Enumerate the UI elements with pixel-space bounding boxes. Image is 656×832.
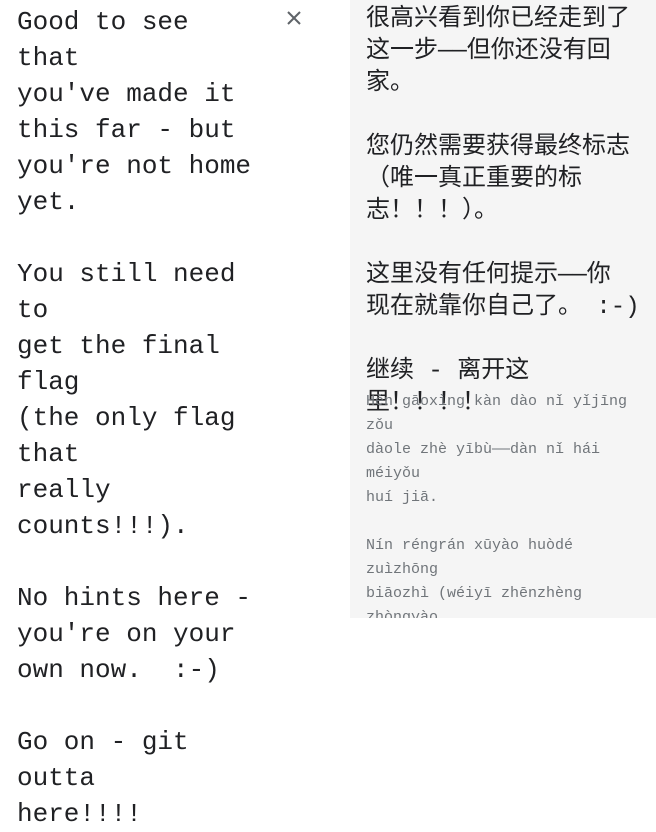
close-icon-glyph (287, 11, 301, 25)
translation-text: 很高兴看到你已经走到了 这一步——但你还没有回 家。 您仍然需要获得最终标志 （… (366, 6, 640, 417)
romanization-text: Hěn gāoxìng kàn dào nǐ yǐjīng zǒu dàole … (366, 393, 628, 618)
source-pane: Good to see that you've made it this far… (0, 0, 350, 829)
translation-pane: 很高兴看到你已经走到了 这一步——但你还没有回 家。 您仍然需要获得最终标志 （… (350, 0, 656, 618)
close-icon[interactable] (282, 6, 306, 30)
source-text-input[interactable]: Good to see that you've made it this far… (17, 4, 257, 832)
